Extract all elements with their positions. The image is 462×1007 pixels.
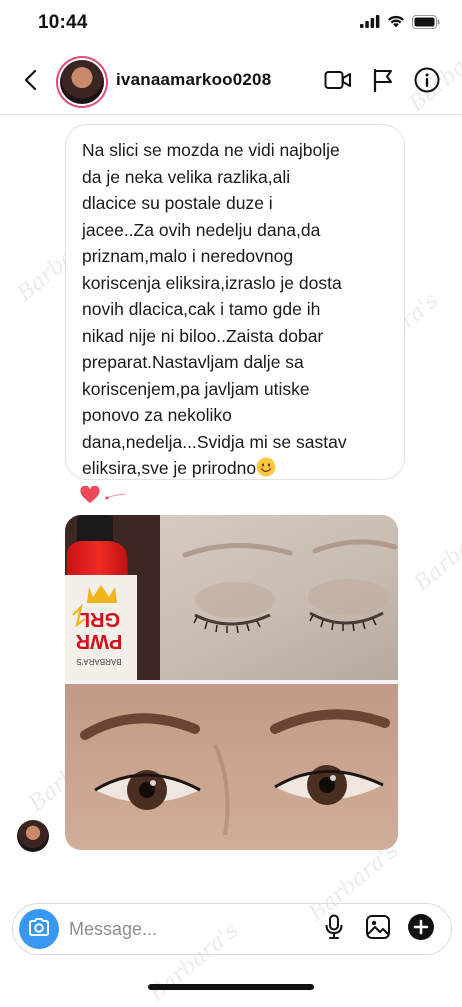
message-reaction[interactable] [80,485,126,509]
add-icon [407,913,435,946]
status-bar: 10:44 [0,0,462,48]
username[interactable]: ivanaamarkoo0208 [116,70,271,90]
chat-header: ivanaamarkoo0208 [0,52,462,115]
message-input[interactable] [69,916,299,942]
battery-icon [412,14,440,34]
camera-button[interactable] [19,909,59,949]
info-icon [414,67,440,98]
back-button[interactable] [14,66,46,98]
watermark: Barbara's [409,508,462,597]
microphone-icon [324,914,344,945]
add-button[interactable] [406,913,436,946]
voice-message-button[interactable] [319,914,349,944]
avatar[interactable] [60,60,104,104]
flag-icon [372,68,394,97]
signal-icon [360,15,380,33]
back-icon [23,69,37,96]
video-call-button[interactable] [323,67,353,97]
camera-icon [28,917,50,941]
message-composer [12,903,452,955]
reaction-mark [104,489,126,507]
wifi-icon [387,15,405,33]
message-text: Na slici se mozda ne vidi najbolje da je… [82,137,388,482]
sender-avatar[interactable] [17,820,49,852]
gallery-button[interactable] [363,914,393,944]
status-time: 10:44 [38,12,88,33]
before-after-photo: GRL PWR BARBARA'S [65,515,398,850]
bottle-brand: BARBARA'S [76,657,121,666]
info-button[interactable] [412,67,442,97]
status-icons [360,14,440,34]
video-call-icon [324,70,352,95]
smiling-face-icon [256,457,276,477]
heart-icon [80,485,100,509]
bottle-label-2: PWR [75,630,122,652]
message-body: Na slici se mozda ne vidi najbolje da je… [82,140,347,478]
report-button[interactable] [368,67,398,97]
home-indicator [148,984,314,990]
message-bubble[interactable]: Na slici se mozda ne vidi najbolje da je… [65,124,405,480]
gallery-icon [365,914,391,945]
shared-photo[interactable]: GRL PWR BARBARA'S [65,515,398,850]
